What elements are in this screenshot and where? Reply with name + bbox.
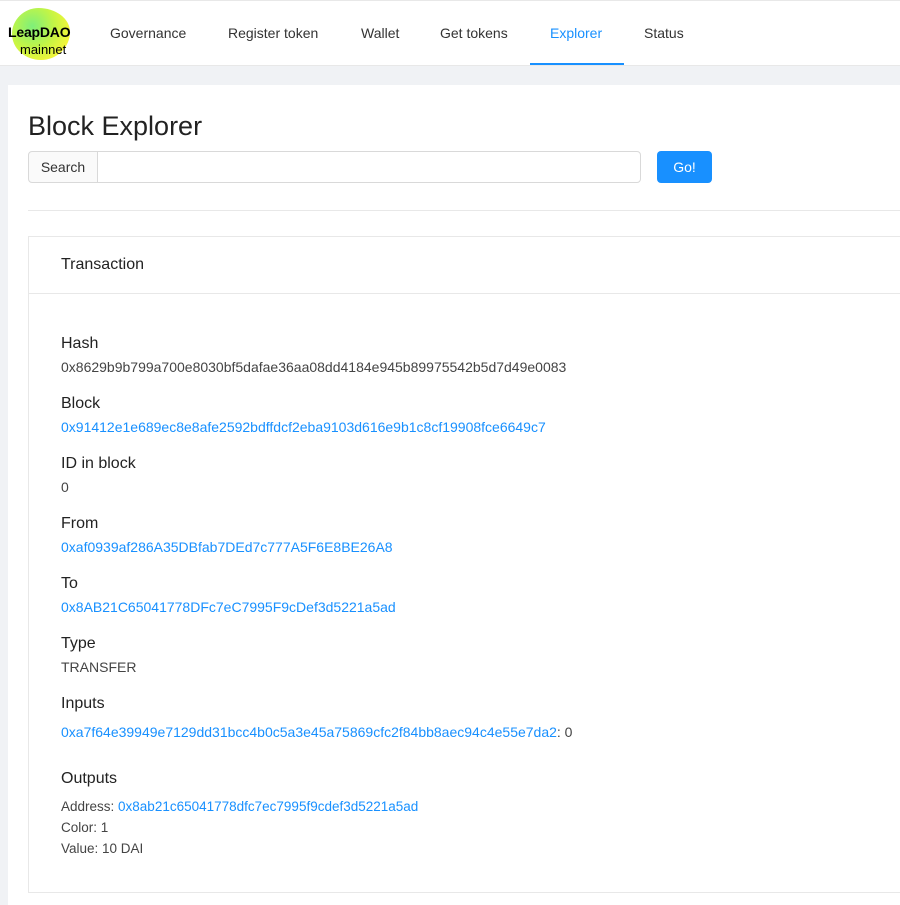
type-value: TRANSFER bbox=[61, 659, 137, 675]
transaction-card: Transaction Hash 0x8629b9b799a700e8030bf… bbox=[28, 236, 900, 893]
hash-label: Hash bbox=[61, 335, 99, 352]
type-label: Type bbox=[61, 635, 96, 652]
active-tab-indicator bbox=[530, 63, 624, 65]
input-row: 0xa7f64e39949e7129dd31bcc4b0c5a3e45a7586… bbox=[61, 724, 572, 740]
id-in-block-label: ID in block bbox=[61, 455, 136, 472]
nav-item-wallet[interactable]: Wallet bbox=[361, 1, 399, 67]
from-address-link[interactable]: 0xaf0939af286A35DBfab7DEd7c777A5F6E8BE26… bbox=[61, 539, 393, 555]
output-address-label: Address: bbox=[61, 799, 119, 814]
go-button[interactable]: Go! bbox=[657, 151, 712, 183]
output-color: Color: 1 bbox=[61, 820, 109, 835]
output-address-link[interactable]: 0x8ab21c65041778dfc7ec7995f9cdef3d5221a5… bbox=[118, 799, 418, 814]
search-addon-label: Search bbox=[28, 151, 98, 183]
output-value: Value: 10 DAI bbox=[61, 841, 144, 856]
output-address-row: Address: 0x8ab21c65041778dfc7ec7995f9cde… bbox=[61, 799, 418, 814]
input-hash-link[interactable]: 0xa7f64e39949e7129dd31bcc4b0c5a3e45a7586… bbox=[61, 724, 557, 740]
nav-item-explorer[interactable]: Explorer bbox=[550, 1, 602, 67]
card-title: Transaction bbox=[61, 256, 144, 273]
to-label: To bbox=[61, 575, 78, 592]
top-navbar: LeapDAO mainnet Governance Register toke… bbox=[0, 0, 900, 66]
brand-name: LeapDAO bbox=[8, 24, 71, 40]
card-header: Transaction bbox=[29, 237, 900, 294]
leapdao-logo[interactable]: LeapDAO mainnet bbox=[8, 7, 82, 61]
page-title: Block Explorer bbox=[28, 111, 203, 141]
input-index: : 0 bbox=[556, 724, 573, 740]
outputs-label: Outputs bbox=[61, 770, 118, 787]
block-link[interactable]: 0x91412e1e689ec8e8afe2592bdffdcf2eba9103… bbox=[61, 419, 546, 435]
network-label: mainnet bbox=[20, 42, 67, 57]
nav-item-status[interactable]: Status bbox=[644, 1, 684, 67]
block-label: Block bbox=[61, 395, 101, 412]
nav-item-get-tokens[interactable]: Get tokens bbox=[440, 1, 508, 67]
main-content: Block Explorer Search Go! Transaction Ha… bbox=[8, 85, 900, 905]
nav-item-register-token[interactable]: Register token bbox=[228, 1, 318, 67]
inputs-label: Inputs bbox=[61, 695, 105, 712]
search-input[interactable] bbox=[97, 151, 641, 183]
to-address-link[interactable]: 0x8AB21C65041778DFc7eC7995F9cDef3d5221a5… bbox=[61, 599, 396, 615]
divider bbox=[28, 210, 900, 211]
hash-value: 0x8629b9b799a700e8030bf5dafae36aa08dd418… bbox=[61, 359, 567, 375]
nav-item-governance[interactable]: Governance bbox=[110, 1, 186, 67]
from-label: From bbox=[61, 515, 99, 532]
id-in-block-value: 0 bbox=[61, 479, 69, 495]
